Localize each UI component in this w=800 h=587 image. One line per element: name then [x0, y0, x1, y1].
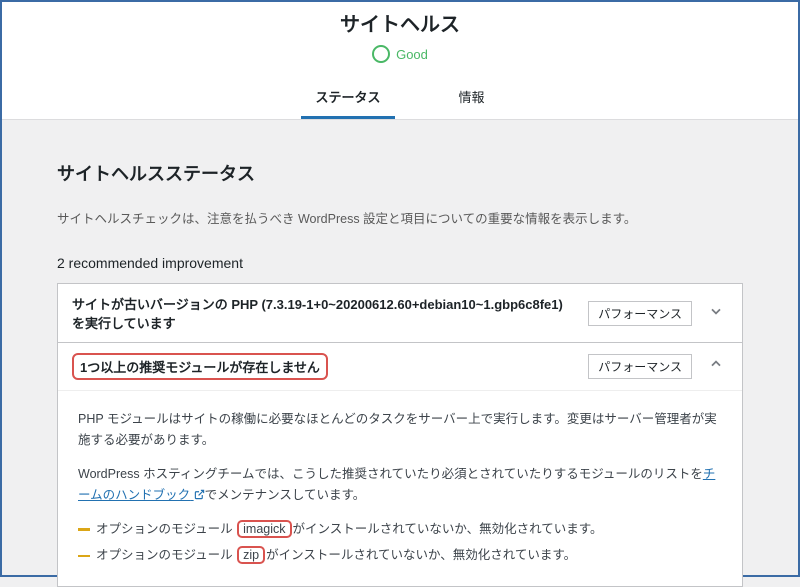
issue-body-text: WordPress ホスティングチームでは、こうした推奨されていたり必須とされて… [78, 464, 722, 508]
section-title: サイトヘルスステータス [57, 160, 743, 186]
highlight-annotation: 1つ以上の推奨モジュールが存在しません [72, 353, 328, 380]
page-title: サイトヘルス [2, 8, 798, 37]
highlight-annotation: zip [237, 546, 265, 564]
issue-title: サイトが古いバージョンの PHP (7.3.19-1+0~20200612.60… [72, 294, 576, 332]
issue-body: PHP モジュールはサイトの稼働に必要なほとんどのタスクをサーバー上で実行します… [58, 390, 742, 586]
status-indicator: Good [2, 45, 798, 63]
highlight-annotation: imagick [237, 520, 291, 538]
external-link-icon [194, 486, 205, 507]
issue-body-text: PHP モジュールはサイトの稼働に必要なほとんどのタスクをサーバー上で実行します… [78, 409, 722, 452]
dash-icon [78, 555, 90, 558]
performance-badge: パフォーマンス [588, 354, 692, 379]
issue-header[interactable]: 1つ以上の推奨モジュールが存在しません パフォーマンス [58, 343, 742, 390]
list-item: オプションのモジュール imagickがインストールされていないか、無効化されて… [78, 519, 722, 540]
status-text: Good [396, 47, 428, 62]
dash-icon [78, 528, 90, 531]
tabs: ステータス 情報 [2, 81, 798, 119]
chevron-up-icon[interactable] [704, 356, 728, 377]
chevron-down-icon[interactable] [704, 303, 728, 324]
issue-missing-modules: 1つ以上の推奨モジュールが存在しません パフォーマンス PHP モジュールはサイ… [57, 343, 743, 587]
module-list: オプションのモジュール imagickがインストールされていないか、無効化されて… [78, 519, 722, 567]
section-description: サイトヘルスチェックは、注意を払うべき WordPress 設定と項目についての… [57, 208, 743, 227]
status-circle-icon [372, 45, 390, 63]
issue-title: 1つ以上の推奨モジュールが存在しません [72, 353, 576, 380]
issue-header[interactable]: サイトが古いバージョンの PHP (7.3.19-1+0~20200612.60… [58, 284, 742, 342]
tab-status[interactable]: ステータス [301, 81, 394, 119]
issue-php-version: サイトが古いバージョンの PHP (7.3.19-1+0~20200612.60… [57, 283, 743, 343]
list-item: オプションのモジュール zipがインストールされていないか、無効化されています。 [78, 545, 722, 566]
performance-badge: パフォーマンス [588, 301, 692, 326]
recommendations-heading: 2 recommended improvement [57, 255, 743, 271]
tab-info[interactable]: 情報 [445, 81, 499, 119]
